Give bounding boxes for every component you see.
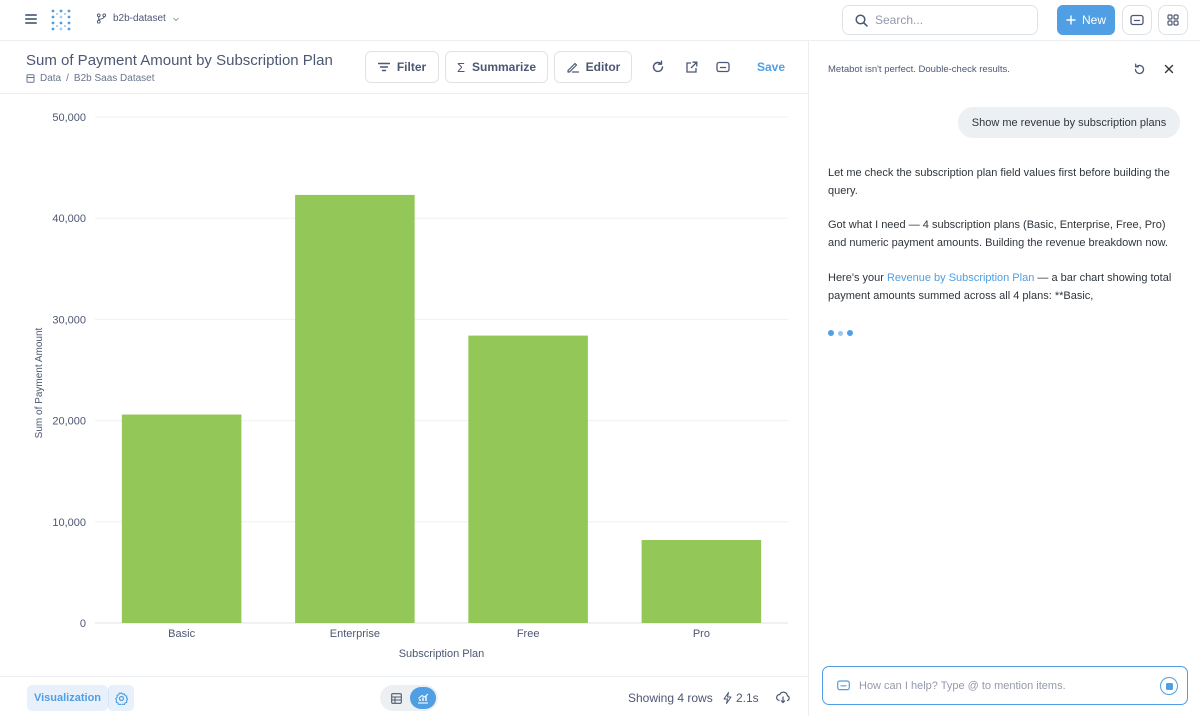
- apps-grid-button[interactable]: [1158, 5, 1188, 35]
- lightning-icon: [723, 692, 732, 704]
- y-tick-label: 10,000: [52, 517, 86, 529]
- download-icon[interactable]: [776, 690, 790, 704]
- metabot-icon[interactable]: [715, 59, 731, 75]
- close-icon[interactable]: [1162, 62, 1176, 76]
- stop-icon: [1165, 682, 1173, 690]
- x-tick-label: Basic: [168, 628, 195, 640]
- query-timing: 2.1s: [723, 691, 759, 705]
- filter-icon: [377, 62, 390, 72]
- database-icon: [26, 74, 35, 83]
- timing-text: 2.1s: [736, 691, 759, 705]
- new-button-label: New: [1081, 13, 1106, 27]
- bar-pro[interactable]: [641, 540, 762, 623]
- metabase-logo-icon[interactable]: [50, 8, 72, 32]
- y-axis-label: Sum of Payment Amount: [34, 327, 45, 438]
- bar-chart: 0 10,000 20,000 30,000 40,000 50,000 Basic Ente…: [34, 112, 788, 660]
- y-tick-label: 30,000: [52, 314, 86, 326]
- y-tick-label: 50,000: [52, 112, 86, 124]
- branch-selector[interactable]: b2b-dataset: [96, 13, 180, 24]
- sigma-icon: Σ: [456, 59, 465, 75]
- y-tick-label: 20,000: [52, 416, 86, 428]
- question-title[interactable]: Sum of Payment Amount by Subscription Pl…: [26, 52, 333, 69]
- question-header: Sum of Payment Amount by Subscription Pl…: [0, 41, 808, 94]
- reset-conversation-icon[interactable]: [1132, 62, 1146, 76]
- breadcrumb-separator: /: [66, 73, 69, 84]
- git-branch-icon: [96, 13, 107, 24]
- chat-placeholder: How can I help? Type @ to mention items.: [859, 679, 1066, 692]
- row-count: Showing 4 rows: [628, 691, 713, 705]
- share-icon[interactable]: [683, 59, 699, 75]
- breadcrumb: Data / B2b Saas Dataset: [26, 73, 155, 84]
- editor-label: Editor: [585, 60, 621, 74]
- pencil-icon: [567, 62, 579, 73]
- table-view-icon[interactable]: [384, 688, 408, 708]
- bot-message-text: Here's your: [828, 272, 887, 284]
- metabot-chat-input[interactable]: How can I help? Type @ to mention items.: [822, 666, 1188, 705]
- bar-enterprise[interactable]: [295, 194, 415, 623]
- stop-generation-button[interactable]: [1160, 677, 1178, 695]
- branch-label: b2b-dataset: [113, 13, 166, 24]
- menu-icon[interactable]: [25, 14, 37, 24]
- save-button[interactable]: Save: [757, 60, 785, 74]
- visualization-settings-button[interactable]: [108, 685, 134, 711]
- gear-icon: [115, 691, 128, 705]
- y-tick-label: 0: [80, 618, 86, 630]
- bot-message-final: Here's your Revenue by Subscription Plan…: [828, 269, 1184, 305]
- x-tick-label: Enterprise: [330, 628, 380, 640]
- summarize-label: Summarize: [472, 60, 537, 74]
- bar-basic[interactable]: [121, 414, 242, 623]
- search-input[interactable]: Search...: [842, 5, 1038, 35]
- chart-view-icon[interactable]: [410, 687, 436, 709]
- user-message: Show me revenue by subscription plans: [958, 107, 1180, 138]
- metabot-icon: [837, 680, 850, 691]
- question-link[interactable]: Revenue by Subscription Plan: [887, 272, 1034, 284]
- editor-button[interactable]: Editor: [554, 51, 632, 83]
- bot-message: Got what I need — 4 subscription plans (…: [828, 219, 1168, 249]
- chevron-down-icon: [172, 17, 179, 21]
- refresh-icon[interactable]: [650, 59, 666, 75]
- query-footer: Visualization Showing 4 rows 2.1s: [0, 676, 808, 716]
- search-icon: [855, 13, 868, 27]
- metabot-icon: [1130, 14, 1144, 26]
- breadcrumb-dataset[interactable]: B2b Saas Dataset: [74, 73, 155, 84]
- x-tick-label: Free: [517, 628, 540, 640]
- top-navigation-bar: b2b-dataset Search... New: [0, 0, 1200, 41]
- metabot-button[interactable]: [1122, 5, 1152, 35]
- summarize-button[interactable]: Σ Summarize: [445, 51, 548, 83]
- metabot-disclaimer: Metabot isn't perfect. Double-check resu…: [828, 64, 1010, 75]
- bot-message: Let me check the subscription plan field…: [828, 167, 1170, 197]
- search-placeholder: Search...: [875, 13, 924, 27]
- bar-free[interactable]: [468, 335, 588, 623]
- x-axis-label: Subscription Plan: [399, 648, 485, 660]
- display-toggle: [380, 685, 438, 711]
- new-button[interactable]: New: [1057, 5, 1115, 35]
- plus-icon: [1066, 15, 1076, 25]
- visualization-button[interactable]: Visualization: [27, 685, 108, 711]
- grid-icon: [1167, 14, 1179, 26]
- breadcrumb-data[interactable]: Data: [40, 73, 61, 84]
- typing-indicator: [828, 330, 853, 336]
- filter-button[interactable]: Filter: [365, 51, 439, 83]
- chart-area: 0 10,000 20,000 30,000 40,000 50,000 Basic Ente…: [0, 94, 808, 676]
- x-tick-label: Pro: [693, 628, 710, 640]
- y-tick-label: 40,000: [52, 213, 86, 225]
- panel-divider: [808, 41, 809, 716]
- filter-label: Filter: [396, 60, 427, 74]
